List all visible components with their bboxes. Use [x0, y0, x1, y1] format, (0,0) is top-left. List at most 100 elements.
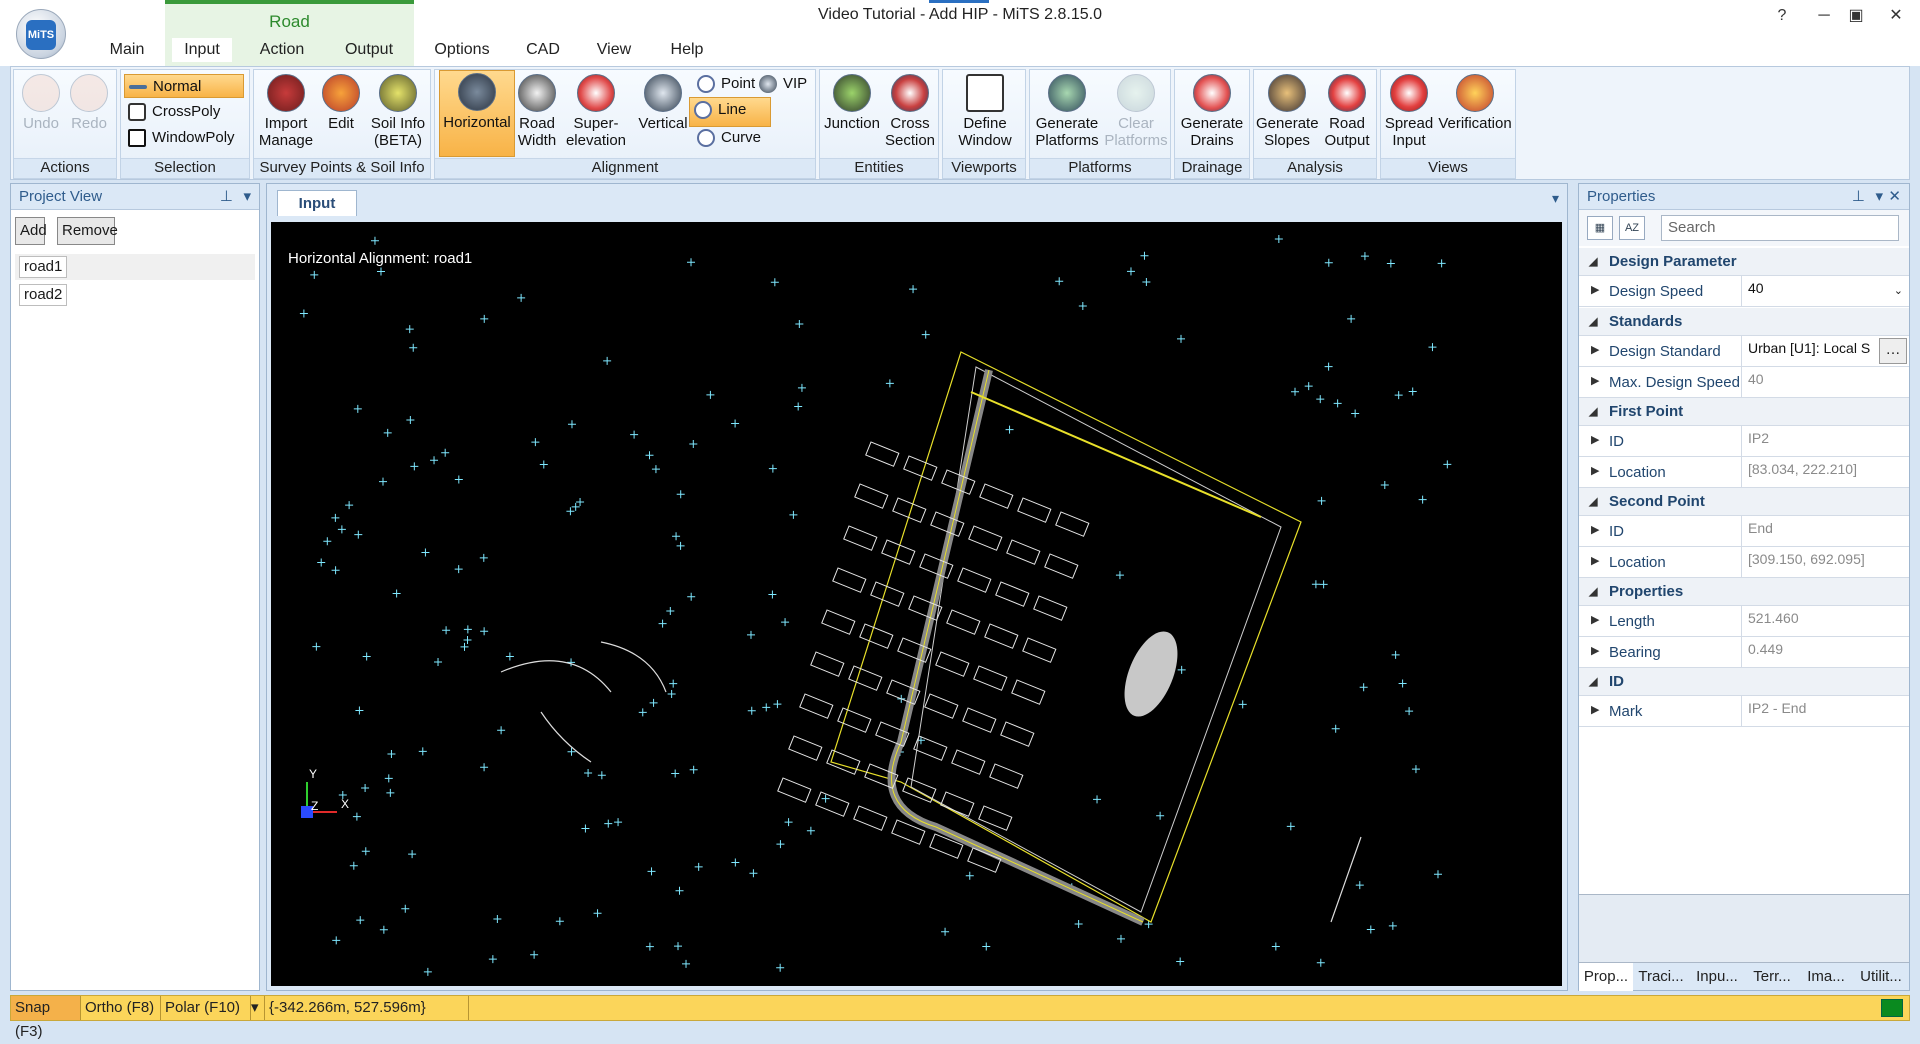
property-length[interactable]: ▶ Length 521.460: [1579, 606, 1909, 637]
help-icon[interactable]: ?: [1762, 4, 1802, 28]
line-button[interactable]: Line: [689, 97, 771, 127]
survey-point-marker: [1331, 724, 1340, 733]
tab-help[interactable]: Help: [662, 38, 712, 62]
project-item-road2[interactable]: road2: [19, 284, 68, 306]
property-search-input[interactable]: Search: [1661, 215, 1899, 241]
spread-input-button[interactable]: Spread Input: [1383, 72, 1435, 149]
verification-button[interactable]: Verification: [1435, 72, 1515, 132]
category-standards[interactable]: ◢ Standards: [1579, 308, 1909, 336]
clear-platforms-button[interactable]: Clear Platforms: [1102, 72, 1170, 149]
property-mark[interactable]: ▶ Mark IP2 - End: [1579, 696, 1909, 727]
document-area: Input ▾ Horizontal Alignment: road1 Y Z …: [266, 183, 1568, 991]
cross-section-button[interactable]: Cross Section: [882, 72, 938, 149]
tab-input-panel[interactable]: Inpu...: [1689, 963, 1745, 991]
category-design-parameter[interactable]: ◢ Design Parameter: [1579, 248, 1909, 276]
snap-toggle[interactable]: Snap (F3): [11, 996, 81, 1040]
parking-bay: [957, 567, 992, 593]
generate-drains-button[interactable]: Generate Drains: [1177, 72, 1247, 149]
property-max-design-speed[interactable]: ▶ Max. Design Speed 40: [1579, 367, 1909, 398]
survey-point-marker: [406, 416, 415, 425]
tab-input-document[interactable]: Input: [277, 190, 357, 216]
generate-slopes-button[interactable]: Generate Slopes: [1256, 72, 1319, 149]
survey-point-marker: [434, 658, 443, 667]
design-standard-value[interactable]: Urban [U1]: Local S: [1741, 336, 1879, 366]
tab-images[interactable]: Ima...: [1799, 963, 1853, 991]
pin-icon[interactable]: ⊥: [220, 184, 233, 210]
polar-dropdown-icon[interactable]: ▾: [251, 996, 265, 1020]
categorized-icon[interactable]: ▦: [1587, 216, 1613, 240]
design-speed-value[interactable]: 40: [1741, 276, 1909, 306]
tab-terrain[interactable]: Terr...: [1745, 963, 1799, 991]
tab-view[interactable]: View: [588, 38, 640, 62]
property-first-point-location[interactable]: ▶ Location [83.034, 222.210]: [1579, 457, 1909, 488]
soil-info-button[interactable]: Soil Info (BETA): [366, 72, 430, 149]
tab-input[interactable]: Input: [172, 38, 232, 62]
tab-action[interactable]: Action: [250, 38, 314, 62]
property-bearing[interactable]: ▶ Bearing 0.449: [1579, 637, 1909, 668]
tab-properties[interactable]: Prop...: [1579, 963, 1633, 991]
crosspoly-button[interactable]: CrossPoly: [124, 100, 244, 124]
polar-toggle[interactable]: Polar (F10): [161, 996, 251, 1020]
survey-point-marker: [361, 847, 370, 856]
redo-button[interactable]: Redo: [66, 72, 112, 132]
property-design-standard[interactable]: ▶ Design Standard Urban [U1]: Local S…: [1579, 336, 1909, 367]
vip-button[interactable]: VIP: [755, 72, 815, 96]
tab-tracing[interactable]: Traci...: [1633, 963, 1689, 991]
remove-road-button[interactable]: Remove: [57, 217, 118, 245]
category-second-point[interactable]: ◢ Second Point: [1579, 488, 1909, 516]
restore-icon[interactable]: ▣: [1836, 4, 1876, 28]
sort-az-icon[interactable]: AZ: [1619, 216, 1645, 240]
cad-canvas[interactable]: Horizontal Alignment: road1 Y Z X: [271, 222, 1562, 986]
tab-cad[interactable]: CAD: [518, 38, 568, 62]
property-second-point-id[interactable]: ▶ ID End: [1579, 516, 1909, 547]
add-road-button[interactable]: Add: [15, 217, 47, 245]
property-second-point-location[interactable]: ▶ Location [309.150, 692.095]: [1579, 547, 1909, 578]
chevron-down-icon[interactable]: ▾: [1875, 184, 1883, 210]
survey-point-marker: [384, 774, 393, 783]
survey-point-marker: [706, 390, 715, 399]
normal-select-button[interactable]: Normal: [124, 74, 244, 98]
survey-point-marker: [355, 706, 364, 715]
windowpoly-icon: [128, 129, 146, 147]
chevron-down-icon[interactable]: ▾: [243, 184, 251, 210]
import-manage-button[interactable]: Import Manage: [256, 72, 316, 149]
close-panel-icon[interactable]: ✕: [1888, 184, 1901, 210]
survey-point-marker: [658, 619, 667, 628]
vertical-button[interactable]: Vertical: [633, 72, 693, 132]
tab-options[interactable]: Options: [427, 38, 497, 62]
tab-utilities[interactable]: Utilit...: [1853, 963, 1909, 991]
document-menu-icon[interactable]: ▾: [1552, 190, 1559, 207]
tab-output[interactable]: Output: [336, 38, 402, 62]
road-width-button[interactable]: Road Width: [517, 72, 557, 149]
category-properties[interactable]: ◢ Properties: [1579, 578, 1909, 606]
dropdown-icon[interactable]: ⌄: [1894, 284, 1903, 297]
undo-button[interactable]: Undo: [18, 72, 64, 132]
ellipsis-button[interactable]: …: [1879, 338, 1907, 364]
property-first-point-id[interactable]: ▶ ID IP2: [1579, 426, 1909, 457]
project-item-road1[interactable]: road1: [19, 256, 68, 278]
superelevation-button[interactable]: Super-elevation: [559, 72, 633, 149]
define-window-button[interactable]: Define Window: [947, 72, 1023, 149]
road-output-button[interactable]: Road Output: [1318, 72, 1376, 149]
junction-button[interactable]: Junction: [822, 72, 882, 132]
survey-point-marker: [1324, 362, 1333, 371]
import-manage-icon: [267, 74, 305, 112]
horizontal-button[interactable]: Horizontal: [439, 70, 515, 157]
ortho-toggle[interactable]: Ortho (F8): [81, 996, 161, 1020]
vertical-icon: [644, 74, 682, 112]
edit-survey-button[interactable]: Edit: [316, 72, 366, 132]
pin-icon[interactable]: ⊥: [1852, 184, 1865, 210]
windowpoly-button[interactable]: WindowPoly: [124, 126, 248, 150]
generate-platforms-button[interactable]: Generate Platforms: [1032, 72, 1102, 149]
point-button[interactable]: Point: [693, 72, 763, 96]
survey-point-marker: [1115, 571, 1124, 580]
cross-section-icon: [891, 74, 929, 112]
tab-main[interactable]: Main: [97, 38, 157, 62]
curve-button[interactable]: Curve: [693, 126, 767, 150]
property-design-speed[interactable]: ▶ Design Speed 40 ⌄: [1579, 276, 1909, 307]
close-icon[interactable]: ✕: [1876, 4, 1916, 28]
survey-point-marker: [1176, 957, 1185, 966]
category-first-point[interactable]: ◢ First Point: [1579, 398, 1909, 426]
mark-value: IP2 - End: [1741, 696, 1909, 726]
category-id[interactable]: ◢ ID: [1579, 668, 1909, 696]
